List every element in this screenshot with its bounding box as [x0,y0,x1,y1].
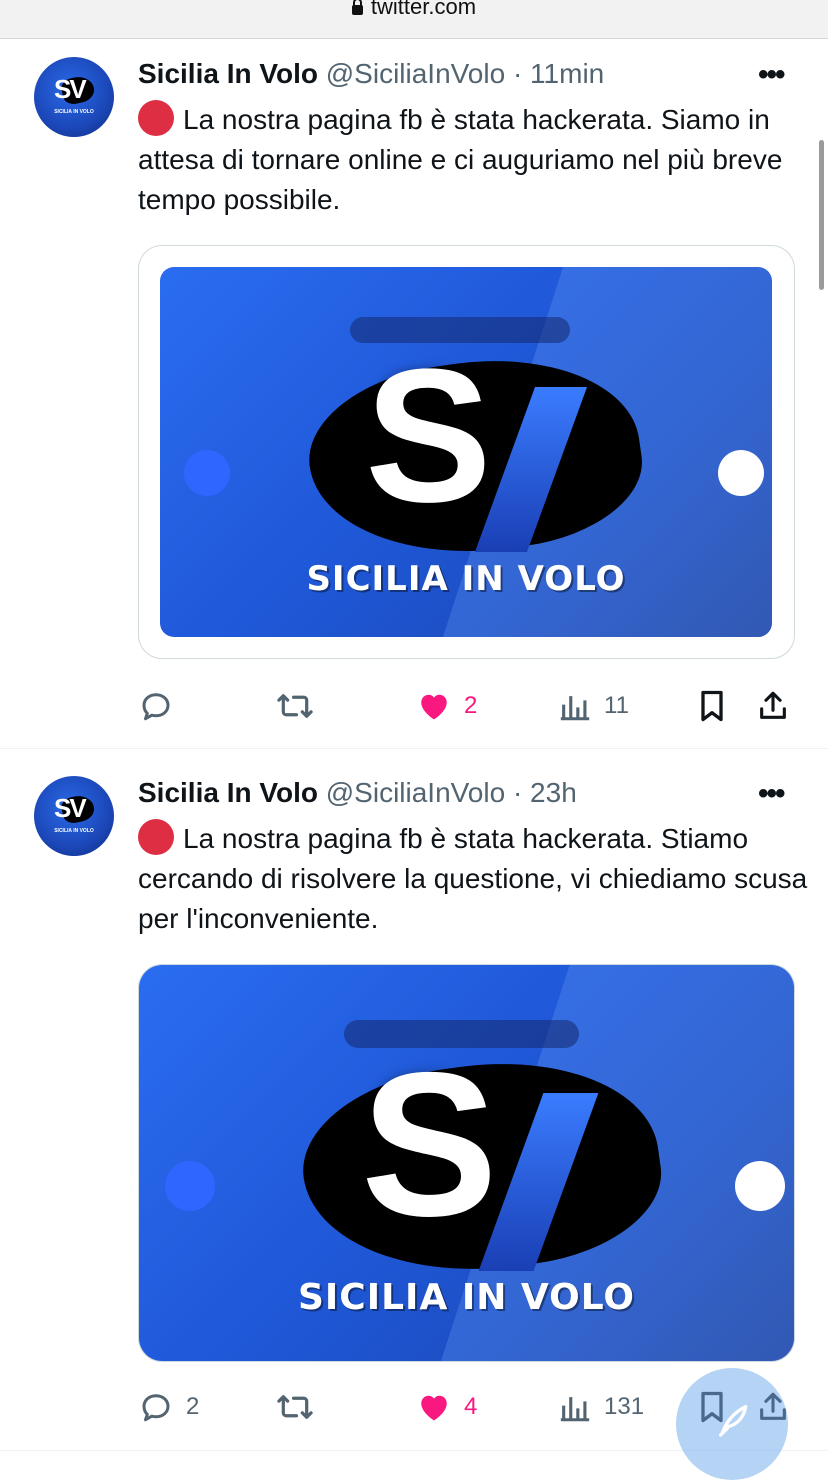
heart-icon [421,1395,447,1421]
reply-icon [142,693,170,721]
reply-button[interactable] [138,686,186,726]
lock-icon [351,0,363,15]
more-icon[interactable]: ••• [758,777,785,811]
reply-icon [142,1394,170,1422]
action-bar: 2 11 [138,686,798,726]
like-button[interactable]: 2 [416,686,477,726]
avatar-letters: SV [54,793,87,823]
logo-letter-s: S [361,1030,498,1259]
views-count: 11 [604,692,629,719]
timestamp[interactable]: 23h [530,777,577,808]
author-handle[interactable]: @SiciliaInVolo [326,58,505,89]
tweet-text: La nostra pagina fb è stata hackerata. S… [138,823,808,934]
separator: · [512,58,523,89]
red-circle-emoji [138,100,174,136]
blue-ball [165,1161,215,1211]
share-button[interactable] [756,686,790,726]
browser-url-bar[interactable]: twitter.com [0,0,828,39]
reply-button[interactable]: 2 [138,1387,199,1427]
retweet-icon [277,1395,313,1419]
avatar[interactable]: SV SICILIA IN VOLO [34,57,114,137]
author-name[interactable]: Sicilia In Volo [138,777,318,808]
heart-icon [421,694,447,720]
retweet-button[interactable] [276,1387,326,1427]
views-button[interactable]: 131 [558,1387,644,1427]
share-icon [760,691,786,719]
compose-button[interactable] [676,1368,788,1480]
tweet[interactable]: SV SICILIA IN VOLO Sicilia In Volo @Sici… [0,757,828,1459]
media-card[interactable]: S SICILIA IN VOLO [138,964,795,1362]
tweet-text-block: La nostra pagina fb è stata hackerata. S… [138,819,808,939]
like-count: 4 [464,1393,478,1420]
media-brand-text: SICILIA IN VOLO [297,1277,635,1318]
tweet-header: Sicilia In Volo @SiciliaInVolo · 11min [138,58,604,90]
media-image[interactable]: S SICILIA IN VOLO [160,267,772,637]
like-count: 2 [464,692,478,719]
media-brand-text: SICILIA IN VOLO [306,559,626,599]
logo-letter-s: S [365,330,492,542]
white-ball [735,1161,785,1211]
author-name[interactable]: Sicilia In Volo [138,58,318,89]
views-icon [560,696,590,721]
media-image[interactable]: S SICILIA IN VOLO [139,965,794,1361]
compose-icon [719,1405,748,1437]
url-text: twitter.com [370,0,477,19]
author-handle[interactable]: @SiciliaInVolo [326,777,505,808]
views-button[interactable]: 11 [558,686,629,726]
avatar-caption: SICILIA IN VOLO [54,828,94,834]
bookmark-icon [701,690,723,722]
avatar-letters: SV [54,74,87,104]
blue-ball [184,450,230,496]
avatar-caption: SICILIA IN VOLO [54,109,94,115]
url-display[interactable]: twitter.com [0,0,828,20]
timestamp[interactable]: 11min [530,58,604,89]
bookmark-button[interactable] [696,686,728,726]
tweet-header: Sicilia In Volo @SiciliaInVolo · 23h [138,777,577,809]
tweet-text: La nostra pagina fb è stata hackerata. S… [138,104,783,215]
tweet-divider [0,748,828,749]
avatar[interactable]: SV SICILIA IN VOLO [34,776,114,856]
separator: · [512,777,523,808]
white-ball [718,450,764,496]
retweet-button[interactable] [276,686,326,726]
media-card[interactable]: S SICILIA IN VOLO [138,245,795,659]
like-button[interactable]: 4 [416,1387,477,1427]
reply-count: 2 [186,1393,200,1420]
tweet[interactable]: SV SICILIA IN VOLO Sicilia In Volo @Sici… [0,38,828,748]
views-icon [560,1397,590,1422]
views-count: 131 [604,1393,645,1420]
red-circle-emoji [138,819,174,855]
more-icon[interactable]: ••• [758,58,785,92]
tweet-text-block: La nostra pagina fb è stata hackerata. S… [138,100,808,220]
retweet-icon [277,694,313,718]
